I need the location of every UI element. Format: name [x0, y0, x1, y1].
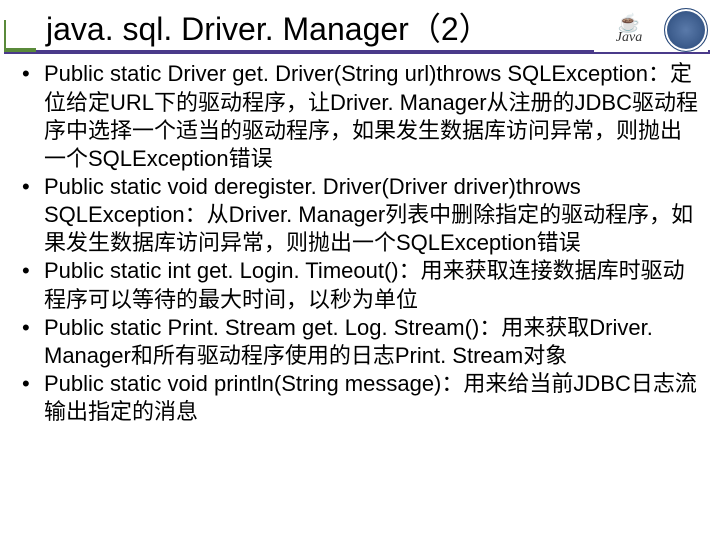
slide-title: java. sql. Driver. Manager（2） — [6, 10, 495, 48]
list-item: Public static int get. Login. Timeout()：… — [22, 257, 700, 313]
list-item: Public static Driver get. Driver(String … — [22, 60, 700, 173]
list-item: Public static void deregister. Driver(Dr… — [22, 173, 700, 257]
java-logo-text: Java — [616, 30, 642, 46]
slide-header: java. sql. Driver. Manager（2） ☕ Java — [0, 0, 720, 56]
list-item: Public static Print. Stream get. Log. St… — [22, 314, 700, 370]
school-crest-icon — [664, 8, 708, 52]
logo-group: ☕ Java — [594, 8, 708, 52]
java-logo: ☕ Java — [600, 10, 658, 50]
slide-content: Public static Driver get. Driver(String … — [0, 56, 720, 426]
list-item: Public static void println(String messag… — [22, 370, 700, 426]
bullet-list: Public static Driver get. Driver(String … — [22, 60, 700, 426]
